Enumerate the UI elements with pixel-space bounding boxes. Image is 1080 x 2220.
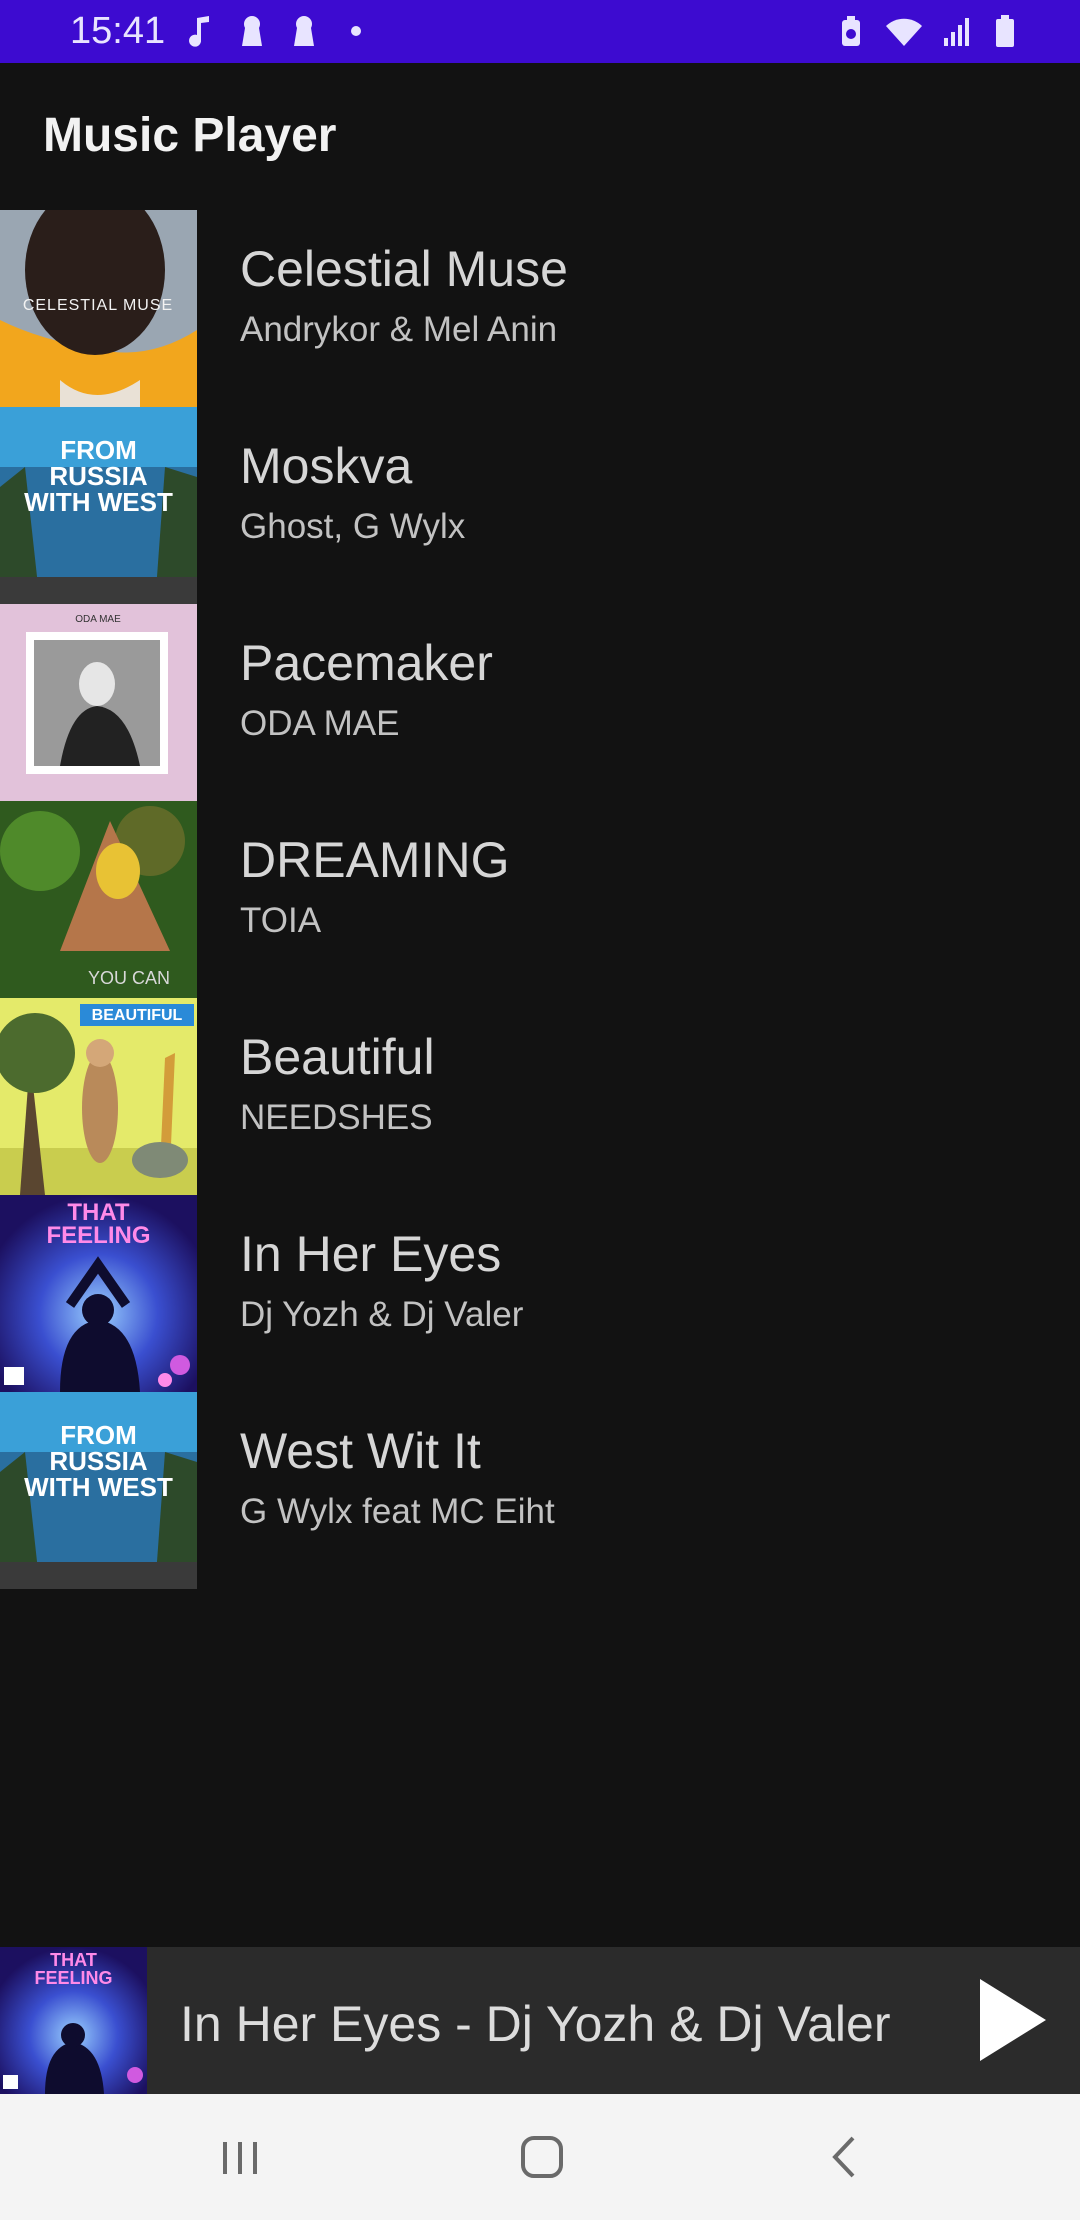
page-title: Music Player [43,109,337,162]
song-artist: TOIA [240,901,322,940]
status-right-icons [836,14,1020,48]
keyhole-icon [242,16,262,46]
recent-apps-icon[interactable] [211,2132,271,2182]
battery-saver-icon [842,16,860,46]
song-title: West Wit It [240,1423,481,1479]
album-art: THAT FEELING [0,1195,197,1392]
app-bar: Music Player [0,63,1080,210]
keyhole-icon [294,16,314,46]
status-time: 15:41 [70,10,166,52]
album-art: ODA MAE [0,604,197,801]
song-title: In Her Eyes [240,1226,502,1282]
song-list-item[interactable]: YOU CAN DREAMING TOIA [0,801,1080,998]
album-art-text: FROM RUSSIA WITH WEST [24,1422,173,1502]
song-title: DREAMING [240,832,510,888]
music-note-icon [189,16,209,47]
song-artist: G Wylx feat MC Eiht [240,1492,555,1531]
album-art: FROM RUSSIA WITH WEST [0,407,197,604]
song-list-item[interactable]: ODA MAE Pacemaker ODA MAE [0,604,1080,801]
signal-icon [944,18,969,46]
mini-player[interactable]: THAT FEELING In Her Eyes - Dj Yozh & Dj … [0,1947,1080,2094]
song-artist: Andrykor & Mel Anin [240,310,558,349]
now-playing-text: In Her Eyes - Dj Yozh & Dj Valer [180,1996,891,2052]
wifi-icon [886,18,922,46]
navigation-bar [0,2094,1080,2220]
song-artist: NEEDSHES [240,1098,433,1137]
play-icon[interactable] [978,1977,1048,2063]
dot-icon [351,26,361,36]
back-icon[interactable] [815,2132,875,2182]
song-title: Beautiful [240,1029,435,1085]
album-art-text: CELESTIAL MUSE [23,297,173,314]
song-list-item[interactable]: THAT FEELING In Her Eyes Dj Yozh & Dj Va… [0,1195,1080,1392]
song-title: Celestial Muse [240,241,568,297]
battery-icon [996,15,1014,47]
song-artist: Ghost, G Wylx [240,507,466,546]
song-artist: Dj Yozh & Dj Valer [240,1295,524,1334]
album-art: BEAUTIFUL [0,998,197,1195]
song-list: CELESTIAL MUSE Celestial Muse Andrykor &… [0,210,1080,1589]
home-icon[interactable] [512,2132,572,2182]
album-art-text: FROM RUSSIA WITH WEST [24,437,173,517]
song-list-item[interactable]: BEAUTIFUL Beautiful NEEDSHES [0,998,1080,1195]
song-list-item[interactable]: FROM RUSSIA WITH WEST Moskva Ghost, G Wy… [0,407,1080,604]
song-title: Pacemaker [240,635,493,691]
album-art-text: THAT FEELING [34,1951,113,1988]
status-bar: 15:41 [0,0,1080,63]
album-art-text: THAT FEELING [46,1201,151,1249]
now-playing-art: THAT FEELING [0,1947,147,2094]
song-list-item[interactable]: FROM RUSSIA WITH WEST West Wit It G Wylx… [0,1392,1080,1589]
album-art-text: BEAUTIFUL [92,1007,183,1024]
album-art-text: ODA MAE [75,614,121,625]
album-art: CELESTIAL MUSE [0,210,197,407]
song-list-item[interactable]: CELESTIAL MUSE Celestial Muse Andrykor &… [0,210,1080,407]
album-art-text: YOU CAN [88,968,170,988]
album-art: FROM RUSSIA WITH WEST [0,1392,197,1589]
album-art: YOU CAN [0,801,197,998]
status-left-icons [185,14,371,48]
song-artist: ODA MAE [240,704,400,743]
song-title: Moskva [240,438,413,494]
